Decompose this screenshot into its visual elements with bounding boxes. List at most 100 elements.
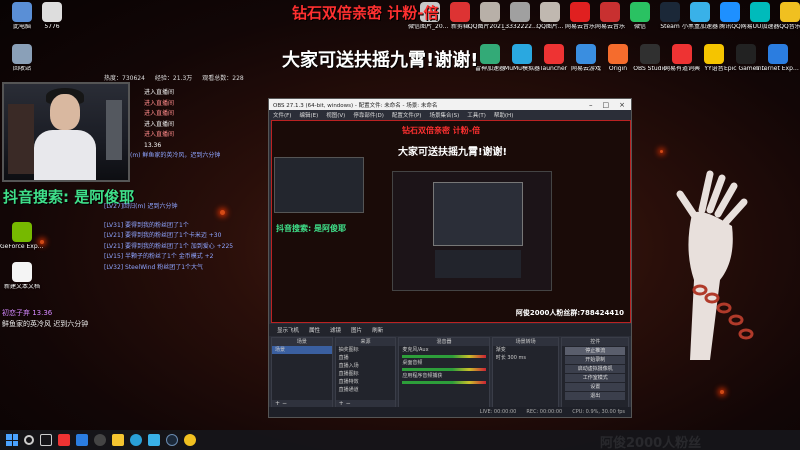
refresh-button[interactable]: 刷新 [372,326,383,334]
minimize-icon[interactable]: – [589,101,593,109]
menu-help[interactable]: 帮助(H) [494,111,513,119]
app-icon [780,2,800,22]
obs-preview[interactable]: 钻石双倍亲密 计粉-倍 大家可送扶摇九霄!谢谢! 抖音搜索: 是阿俊耶 阿俊20… [271,120,631,323]
desktop-icon-recycle-bin[interactable]: 回收站 [0,44,44,73]
live-timer: LIVE: 00:00:00 [479,409,517,415]
menu-file[interactable]: 文件(F) [273,111,291,119]
chat-line: [LV21] 要得到我的粉丝团了1个 加到爱心 +225 [104,242,234,250]
file-icon [42,2,62,22]
source-item[interactable]: 抽奖图标 [336,346,396,354]
app-icon [768,44,788,64]
chat-line: [LV31] 要得到我的粉丝团了1个 [104,221,189,229]
preview-bottom-banner: 阿俊2000人粉丝群:788424410 [515,309,624,317]
preview-mid-banner: 大家可送扶摇九霄!谢谢! [398,147,508,158]
source-item[interactable]: 直播特效 [336,378,396,386]
gift-notice: 初恋子弃 13.36 鲜鱼家的英冷风 迟到六分钟 [2,308,88,330]
chat-line: 13.36 [144,141,162,149]
ember [660,150,663,153]
taskbar [0,430,800,450]
controls-dock: 控件 停止推流 开始录制 启动虚拟摄像机 工作室模式 设置 退出 [561,337,629,409]
menu-edit[interactable]: 编辑(E) [299,111,318,119]
recycle-bin-icon [12,44,32,64]
audio-meter [402,368,486,371]
chat-line: [LV21] 要得到我的粉丝团了1个卡米迈 +30 [104,232,222,239]
obs-title-bar[interactable]: OBS 27.1.3 (64-bit, windows) - 配置文件: 未命名… [269,99,631,110]
image-button[interactable]: 图片 [351,326,362,334]
desktop-icon-new-text[interactable]: 新建文本文档 [0,262,44,291]
obs-taskbar-icon[interactable] [94,434,106,446]
desktop-icon-label: QQ音乐 [779,24,800,30]
exit-button[interactable]: 退出 [565,392,625,400]
app-icon [608,44,628,64]
add-icon[interactable]: + [275,400,280,407]
chat-line: 进入直播间 [144,131,175,138]
source-item[interactable]: 直播图标 [336,370,396,378]
desktop-icon[interactable]: Internet Explorer [756,44,800,73]
close-icon[interactable]: × [619,101,625,109]
start-recording-button[interactable]: 开始录制 [565,356,625,364]
add-icon[interactable]: + [339,400,344,407]
menu-docks[interactable]: 停靠部件(D) [353,111,384,119]
preview-search: 抖音搜索: 是阿俊耶 [276,224,346,233]
app-icon [570,2,590,22]
menu-scene-collection[interactable]: 场景集合(S) [429,111,459,119]
mixer-channel-label: 麦克风/Aux [402,347,429,353]
source-item[interactable]: 直播入场 [336,362,396,370]
app-icon-blue[interactable] [76,434,88,446]
sources-dock-title: 来源 [335,338,396,346]
remove-icon[interactable]: − [282,400,287,407]
stat-heat: 热度：730624 [104,75,145,82]
transition-duration[interactable]: 时长 300 ms [493,354,559,362]
edge-icon[interactable] [130,434,142,446]
scene-item[interactable]: 场景 [272,346,332,354]
app-icon [510,2,530,22]
mixer-channel-label: 桌面音频 [402,360,423,366]
filters-button[interactable]: 滤镜 [330,326,341,334]
desktop-icon-geforce[interactable]: GeForce Experience [0,222,44,251]
scenes-dock: 场景 场景 + − [271,337,333,409]
chat-line: [LV15] 半颗子的粉丝了1个 金币模式 +2 [104,253,214,260]
scenes-dock-title: 场景 [272,338,332,346]
file-explorer-icon[interactable] [112,434,124,446]
menu-tools[interactable]: 工具(T) [467,111,486,119]
mid-banner: 大家可送扶摇九霄!谢谢! [282,50,479,71]
app-icon [750,2,770,22]
stop-streaming-button[interactable]: 停止推流 [565,347,625,355]
windows-start-icon[interactable] [6,434,18,446]
menu-view[interactable]: 视图(V) [326,111,345,119]
chat-line: 进入直播间 [144,110,175,117]
remove-icon[interactable]: − [346,400,351,407]
obs-window[interactable]: OBS 27.1.3 (64-bit, windows) - 配置文件: 未命名… [268,98,632,418]
preview-webcam [274,157,364,213]
cpu-fps: CPU: 0.9%, 30.00 fps [572,409,625,415]
chat-line: 进入直播间 [144,99,175,107]
desktop-icon[interactable]: QQ音乐 [768,2,800,31]
source-item[interactable]: 直播 [336,354,396,362]
app-icon-red[interactable] [58,434,70,446]
obs-title: OBS 27.1.3 (64-bit, windows) - 配置文件: 未命名… [273,102,438,109]
virtual-camera-button[interactable]: 启动虚拟摄像机 [565,365,625,373]
app-icon [640,44,660,64]
app-icon [450,2,470,22]
settings-button[interactable]: 设置 [565,383,625,391]
mixer-channel-label: 应用程序音频捕获 [402,373,443,379]
studio-mode-button[interactable]: 工作室模式 [565,374,625,382]
search-icon[interactable] [24,435,34,445]
desktop-icon-5776[interactable]: 5776 [30,2,74,31]
maximize-icon[interactable]: □ [603,101,610,109]
app-icon [672,44,692,64]
menu-profile[interactable]: 配置文件(P) [392,111,422,119]
steam-icon[interactable] [166,434,178,446]
transitions-dock: 场景转场 渐变 时长 300 ms [491,337,560,409]
top-banner: 钻石双倍亲密 计粉-倍 [292,4,439,22]
app-icon-yellow[interactable] [184,434,196,446]
source-toolbar: 显示飞机 属性 滤镜 图片 刷新 [269,324,631,336]
task-view-icon[interactable] [40,434,52,446]
stat-exp: 经验：21.3万 [154,75,193,82]
chained-hand-art [676,170,754,360]
stream-stats: 热度：730624 经验：21.3万 观看总数：228 [104,73,244,82]
source-item[interactable]: 直播通道 [336,386,396,394]
app-icon-cyan[interactable] [148,434,160,446]
properties-button[interactable]: 属性 [309,326,320,334]
transition-select[interactable]: 渐变 [493,346,559,354]
